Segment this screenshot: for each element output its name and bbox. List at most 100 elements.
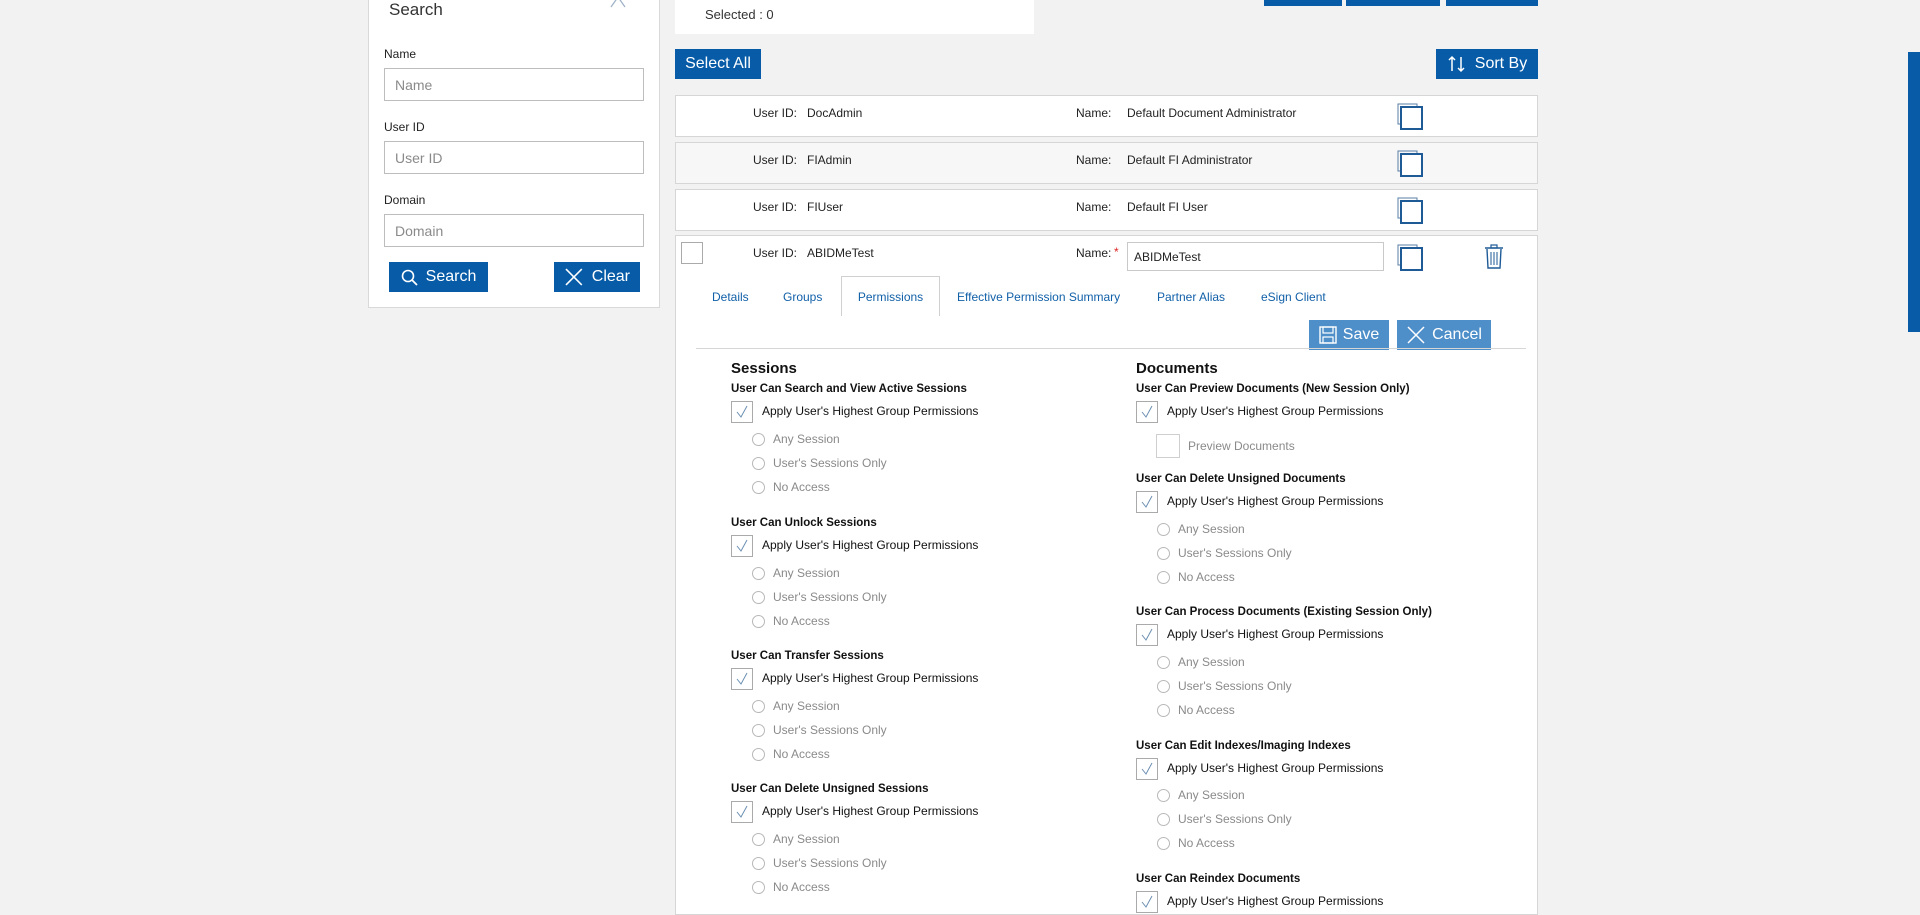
- name-label: Name: [384, 47, 417, 61]
- checkmark-icon: [1141, 405, 1153, 418]
- apply-group-permissions-checkbox[interactable]: [731, 801, 753, 823]
- copy-icon[interactable]: [1397, 197, 1423, 225]
- pin-icon[interactable]: [609, 0, 627, 9]
- copy-icon[interactable]: [1397, 244, 1423, 272]
- permission-title: User Can Process Documents (Existing Ses…: [1136, 606, 1432, 618]
- userid-label: User ID:: [753, 246, 798, 260]
- copy-icon[interactable]: [1397, 103, 1423, 131]
- cancel-button[interactable]: Cancel: [1397, 320, 1491, 350]
- name-input[interactable]: [384, 68, 644, 101]
- no-access-radio[interactable]: [752, 748, 765, 761]
- no-access-radio[interactable]: [752, 615, 765, 628]
- users-sessions-only-radio[interactable]: [752, 591, 765, 604]
- any-session-radio[interactable]: [752, 433, 765, 446]
- userid-label: User ID:: [753, 200, 798, 214]
- users-sessions-only-radio[interactable]: [752, 857, 765, 870]
- user-row[interactable]: User ID: FIUser Name: Default FI User: [675, 189, 1538, 231]
- tab-permissions[interactable]: Permissions: [841, 276, 940, 316]
- userid-value: DocAdmin: [807, 106, 863, 120]
- permission-title: User Can Delete Unsigned Documents: [1136, 473, 1346, 485]
- apply-group-permissions-checkbox[interactable]: [731, 668, 753, 690]
- checkmark-icon: [736, 539, 748, 552]
- tab-effective-permission-summary[interactable]: Effective Permission Summary: [957, 290, 1120, 304]
- tab-esign-client[interactable]: eSign Client: [1261, 290, 1326, 304]
- users-sessions-only-radio[interactable]: [752, 457, 765, 470]
- sort-by-label: Sort By: [1474, 55, 1528, 72]
- apply-group-permissions-checkbox[interactable]: [1136, 891, 1158, 913]
- apply-group-permissions-checkbox[interactable]: [1136, 758, 1158, 780]
- tab-details[interactable]: Details: [712, 290, 749, 304]
- any-session-radio[interactable]: [752, 700, 765, 713]
- clear-button-label: Clear: [591, 268, 630, 285]
- name-value: Default FI Administrator: [1127, 153, 1253, 167]
- no-access-radio[interactable]: [752, 481, 765, 494]
- apply-group-permissions-label: Apply User's Highest Group Permissions: [1167, 761, 1384, 775]
- no-access-radio[interactable]: [1157, 704, 1170, 717]
- apply-group-permissions-label: Apply User's Highest Group Permissions: [762, 804, 979, 818]
- save-button[interactable]: Save: [1309, 320, 1389, 350]
- apply-group-permissions-checkbox[interactable]: [731, 535, 753, 557]
- clear-button[interactable]: Clear: [554, 262, 640, 292]
- user-row[interactable]: User ID: DocAdmin Name: Default Document…: [675, 95, 1538, 137]
- select-all-button[interactable]: Select All: [675, 49, 761, 79]
- selection-summary: Selected : 0: [675, 0, 1034, 34]
- preview-documents-label: Preview Documents: [1188, 439, 1295, 453]
- no-access-label: No Access: [1178, 570, 1235, 584]
- checkmark-icon: [1141, 762, 1153, 775]
- tab-divider: [696, 348, 1526, 349]
- permission-title: User Can Transfer Sessions: [731, 650, 884, 662]
- search-button[interactable]: Search: [389, 262, 488, 292]
- apply-group-permissions-checkbox[interactable]: [1136, 401, 1158, 423]
- copy-icon[interactable]: [1397, 150, 1423, 178]
- scrollbar-thumb[interactable]: [1908, 52, 1920, 332]
- search-panel-title: Search: [389, 0, 443, 19]
- users-sessions-only-label: User's Sessions Only: [773, 590, 887, 604]
- toolbar-button-2[interactable]: [1346, 0, 1440, 6]
- user-row[interactable]: User ID: FIAdmin Name: Default FI Admini…: [675, 142, 1538, 184]
- userid-label: User ID:: [753, 106, 798, 120]
- any-session-label: Any Session: [1178, 655, 1245, 669]
- sort-icon: [1448, 55, 1465, 73]
- trash-icon[interactable]: [1484, 244, 1504, 269]
- permission-title: User Can Unlock Sessions: [731, 517, 877, 529]
- apply-group-permissions-checkbox[interactable]: [1136, 624, 1158, 646]
- apply-group-permissions-label: Apply User's Highest Group Permissions: [1167, 494, 1384, 508]
- toolbar-button-1[interactable]: [1264, 0, 1342, 6]
- search-panel: Search Name User ID Domain Search Clear: [368, 0, 660, 308]
- sort-by-button[interactable]: Sort By: [1436, 49, 1538, 79]
- name-label: Name:: [1076, 200, 1112, 214]
- users-sessions-only-label: User's Sessions Only: [773, 723, 887, 737]
- name-edit-input[interactable]: [1127, 242, 1384, 271]
- any-session-radio[interactable]: [752, 833, 765, 846]
- apply-group-permissions-checkbox[interactable]: [731, 401, 753, 423]
- users-sessions-only-radio[interactable]: [1157, 547, 1170, 560]
- any-session-radio[interactable]: [1157, 523, 1170, 536]
- domain-label: Domain: [384, 193, 426, 207]
- users-sessions-only-radio[interactable]: [1157, 680, 1170, 693]
- any-session-radio[interactable]: [1157, 789, 1170, 802]
- permission-title: User Can Preview Documents (New Session …: [1136, 383, 1410, 395]
- row-select-checkbox[interactable]: [681, 242, 703, 264]
- tab-partner-alias[interactable]: Partner Alias: [1157, 290, 1225, 304]
- permission-title: User Can Reindex Documents: [1136, 873, 1301, 885]
- any-session-radio[interactable]: [752, 567, 765, 580]
- no-access-radio[interactable]: [1157, 837, 1170, 850]
- domain-input[interactable]: [384, 214, 644, 247]
- preview-documents-checkbox[interactable]: [1156, 434, 1180, 458]
- any-session-radio[interactable]: [1157, 656, 1170, 669]
- no-access-radio[interactable]: [1157, 571, 1170, 584]
- toolbar-button-3[interactable]: [1446, 0, 1538, 6]
- name-label: Name:: [1076, 106, 1112, 120]
- no-access-radio[interactable]: [752, 881, 765, 894]
- selected-count: Selected : 0: [705, 7, 774, 22]
- userid-input[interactable]: [384, 141, 644, 174]
- checkmark-icon: [1141, 495, 1153, 508]
- no-access-label: No Access: [773, 747, 830, 761]
- users-sessions-only-radio[interactable]: [752, 724, 765, 737]
- required-mark: *: [1114, 245, 1119, 259]
- checkmark-icon: [736, 805, 748, 818]
- users-sessions-only-radio[interactable]: [1157, 813, 1170, 826]
- save-label: Save: [1342, 326, 1380, 343]
- apply-group-permissions-checkbox[interactable]: [1136, 491, 1158, 513]
- tab-groups[interactable]: Groups: [783, 290, 822, 304]
